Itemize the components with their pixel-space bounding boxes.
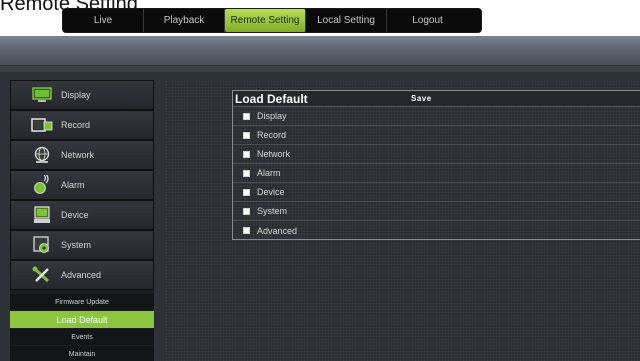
panel-header: Load Default Save: [233, 91, 640, 107]
option-label: Network: [257, 149, 291, 159]
sidebar-item-label: Advanced: [61, 270, 102, 280]
sidebar-item-display[interactable]: Display: [10, 80, 154, 110]
sidebar-item-record[interactable]: Record: [10, 110, 154, 140]
sidebar-item-network[interactable]: Network: [10, 140, 154, 170]
tools-icon: [31, 266, 53, 284]
option-label: Alarm: [257, 168, 281, 178]
record-checkbox[interactable]: [243, 131, 250, 139]
alarm-icon: [31, 175, 53, 194]
network-checkbox[interactable]: [243, 150, 250, 158]
tab-local-setting[interactable]: Local Setting: [306, 9, 387, 32]
submenu-events[interactable]: Events: [10, 329, 154, 345]
network-icon: [31, 146, 53, 164]
sidebar-item-label: System: [61, 240, 92, 250]
sidebar-item-label: Display: [61, 90, 91, 100]
device-icon: [31, 206, 53, 224]
option-row-record: Record: [233, 126, 640, 145]
sidebar-item-advanced[interactable]: Advanced: [10, 260, 154, 290]
top-navigation: Live Playback Remote Setting Local Setti…: [62, 8, 482, 33]
load-default-panel: Load Default Save Display Record Network…: [232, 90, 640, 240]
option-row-system: System: [233, 202, 640, 221]
device-checkbox[interactable]: [243, 188, 250, 196]
sidebar-item-label: Network: [61, 150, 95, 160]
option-label: Display: [257, 111, 287, 121]
tab-logout[interactable]: Logout: [387, 9, 468, 32]
display-checkbox[interactable]: [243, 112, 250, 120]
sidebar-item-device[interactable]: Device: [10, 200, 154, 230]
option-label: System: [257, 206, 288, 216]
monitor-icon: [31, 86, 53, 104]
option-row-alarm: Alarm: [233, 164, 640, 183]
sidebar-item-label: Record: [61, 120, 91, 130]
divider: [0, 66, 640, 72]
alarm-checkbox[interactable]: [243, 169, 250, 177]
option-label: Device: [257, 187, 285, 197]
title-bar: [0, 36, 640, 66]
option-row-network: Network: [233, 145, 640, 164]
save-button[interactable]: Save: [411, 94, 432, 103]
tab-remote-setting[interactable]: Remote Setting: [225, 9, 306, 32]
advanced-checkbox[interactable]: [243, 227, 250, 234]
submenu-load-default[interactable]: Load Default: [10, 311, 154, 328]
tab-live[interactable]: Live: [63, 9, 144, 32]
sidebar-item-alarm[interactable]: Alarm: [10, 170, 154, 200]
option-label: Advanced: [257, 225, 298, 236]
option-row-display: Display: [233, 107, 640, 126]
sidebar-item-system[interactable]: System: [10, 230, 154, 260]
sidebar: Display Record Network Alarm Device Syst…: [10, 80, 154, 361]
submenu-maintain[interactable]: Maintain: [10, 346, 154, 361]
record-icon: [31, 116, 53, 134]
system-checkbox[interactable]: [243, 207, 250, 215]
panel-title: Load Default: [235, 91, 308, 106]
sidebar-item-label: Device: [61, 210, 89, 220]
option-row-device: Device: [233, 183, 640, 202]
option-row-advanced: Advanced: [233, 221, 640, 240]
sidebar-item-label: Alarm: [61, 180, 85, 190]
system-icon: [31, 236, 53, 254]
submenu-firmware-update[interactable]: Firmware Update: [10, 294, 154, 310]
option-label: Record: [257, 130, 287, 140]
tab-playback[interactable]: Playback: [144, 9, 225, 32]
